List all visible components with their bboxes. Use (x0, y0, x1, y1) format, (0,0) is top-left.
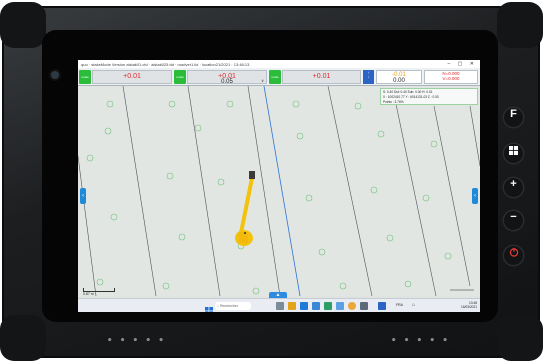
info-row-3: Points : 3.76% (383, 100, 404, 104)
offset-display-3: +0.01 (282, 69, 361, 84)
window-title: quo · stakeMode Version alstak01.ctd · a… (81, 61, 250, 67)
map-scale-bar: 0.87 m (83, 288, 115, 296)
right-panel-toggle[interactable]: ‹ (472, 188, 478, 204)
bumper-top-left (0, 2, 46, 48)
edge-browser-icon[interactable] (300, 302, 308, 310)
units-toggle-button[interactable]: ↑ ↓ (363, 69, 374, 84)
taskbar: ⌕ Rechercher FRA ⌂ 13:48 16/03/2021 (78, 298, 480, 312)
offset-value-3: +0.01 (312, 72, 331, 80)
chrome-icon[interactable] (348, 302, 356, 310)
cut-fill-sub-value: 0.00 (393, 77, 405, 84)
bumper-bottom-left (0, 315, 46, 361)
position-info-panel: S: 0.40 Dst: 0.40 Sub: 0.00 H: 0.01 X : … (380, 88, 478, 105)
power-button[interactable] (504, 246, 523, 265)
search-placeholder: Rechercher (219, 304, 239, 308)
speaker-grille-right: • • • • • (391, 336, 449, 346)
f-function-button[interactable]: F (504, 108, 523, 127)
guidance-top-panel: mode +0.01 mode +0.01 0.05 ∨ mode +0.01 … (78, 68, 480, 86)
windows-button[interactable] (504, 144, 523, 163)
volume-down-button[interactable]: − (504, 211, 523, 230)
bumper-top-right (497, 2, 543, 48)
front-camera (51, 71, 59, 79)
windows-logo-icon (509, 145, 518, 155)
file-explorer-icon[interactable] (288, 302, 296, 310)
design-map-view[interactable]: S: 0.40 Dst: 0.40 Sub: 0.00 H: 0.01 X : … (78, 86, 480, 296)
offset-display-1: +0.01 (92, 69, 172, 84)
task-view-icon[interactable] (276, 302, 284, 310)
app-screen: quo · stakeMode Version alstak01.ctd · a… (78, 60, 480, 312)
network-icon[interactable]: ⌂ (412, 302, 415, 308)
active-app-icon[interactable] (378, 302, 386, 310)
windows-logo-icon (205, 307, 213, 312)
offset-sub-value-2: 0.05 (221, 78, 233, 85)
nh-display: N=0.000 V=0.000 (424, 69, 478, 84)
scale-label: 0.87 m (83, 292, 94, 296)
app-icon-1[interactable] (324, 302, 332, 310)
cut-fill-display: -0.01 0.00 (376, 69, 422, 84)
tool-select-button-2[interactable]: mode (174, 69, 186, 84)
chevron-down-icon[interactable]: ∨ (261, 78, 264, 83)
taskbar-search[interactable]: ⌕ Rechercher (215, 302, 251, 310)
offset-value-1: +0.01 (123, 72, 141, 80)
window-controls[interactable]: – ▢ ✕ (448, 61, 477, 67)
system-clock[interactable]: 13:48 16/03/2021 (461, 301, 477, 309)
speaker-grille-left: • • • • • (107, 336, 165, 346)
power-icon (509, 247, 518, 257)
offset-display-2[interactable]: +0.01 0.05 ∨ (187, 69, 267, 85)
store-icon[interactable] (312, 302, 320, 310)
start-button[interactable] (205, 302, 213, 312)
tool-select-button-3[interactable]: mode (269, 69, 281, 84)
nh-line-2: V=0.000 (442, 76, 460, 81)
left-panel-toggle[interactable]: ‹ (80, 188, 86, 204)
design-map-canvas (78, 86, 480, 296)
bumper-bottom-right (497, 315, 543, 361)
volume-up-button[interactable]: + (504, 178, 523, 197)
tool-select-button-1[interactable]: mode (79, 69, 91, 84)
language-indicator[interactable]: FRA (396, 303, 403, 307)
app-icon-3[interactable] (360, 302, 368, 310)
app-icon-2[interactable] (336, 302, 344, 310)
clock-date: 16/03/2021 (461, 305, 477, 309)
